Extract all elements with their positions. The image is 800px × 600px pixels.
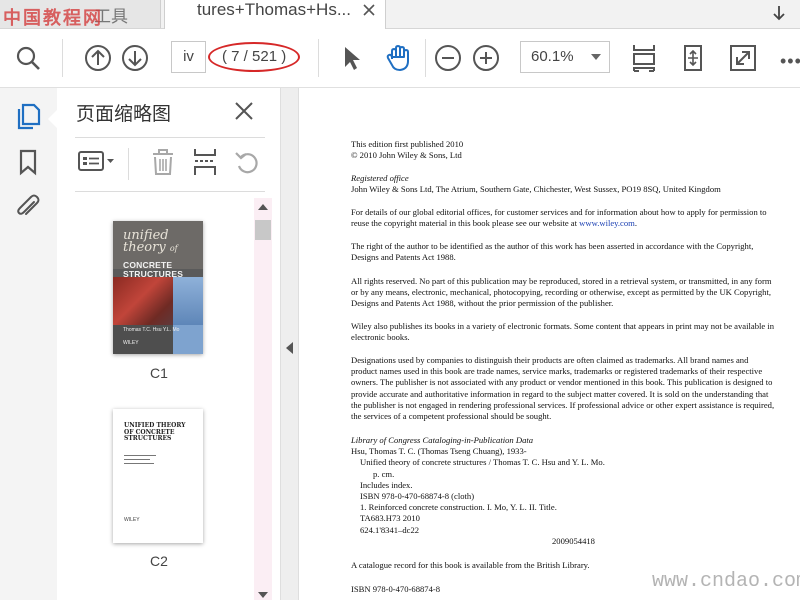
attachments-button[interactable]	[14, 192, 42, 220]
doc-paragraph: For details of our global editorial offi…	[351, 207, 767, 229]
rotate-view-button[interactable]	[677, 42, 709, 74]
arrow-down-icon[interactable]	[770, 4, 788, 22]
page-thumbnails-button[interactable]	[14, 102, 42, 130]
rotate-icon	[235, 152, 258, 174]
doc-paragraph: All rights reserved. No part of this pub…	[351, 276, 772, 309]
scrollbar-thumb[interactable]	[255, 220, 271, 240]
toolbar-divider	[318, 39, 319, 77]
expand-icon	[730, 45, 756, 71]
zoom-select[interactable]: 60.1%	[520, 41, 610, 73]
hand-icon	[386, 45, 409, 71]
move-page-icon	[684, 45, 702, 71]
title-page-publisher: WILEY	[124, 517, 140, 523]
cursor-arrow-icon	[345, 47, 360, 70]
full-screen-button[interactable]	[727, 42, 759, 74]
navigation-rail	[0, 88, 58, 600]
close-icon[interactable]	[361, 2, 377, 18]
previous-page-button[interactable]	[82, 42, 114, 74]
bookmark-icon	[19, 149, 37, 176]
page-split-icon	[194, 149, 216, 175]
pages-icon	[17, 103, 41, 130]
scroll-down-icon[interactable]	[258, 592, 268, 598]
zoom-in-button[interactable]	[470, 42, 502, 74]
minus-circle-icon	[435, 45, 461, 71]
thumbnail-page-title[interactable]: UNIFIED THEORY OF CONCRETE STRUCTURES WI…	[113, 409, 203, 543]
close-icon[interactable]	[233, 100, 255, 122]
fit-page-button[interactable]	[628, 42, 660, 74]
thumbnail-label: C2	[150, 553, 168, 569]
select-tool-button[interactable]	[335, 42, 367, 74]
cover-authors: Thomas T.C. Hsu Y.L. Mo	[123, 327, 180, 333]
next-page-button[interactable]	[119, 42, 151, 74]
doc-paragraph: Wiley also publishes its books in a vari…	[351, 321, 775, 343]
trash-icon	[153, 149, 173, 175]
more-options-button[interactable]: •••	[780, 51, 800, 72]
tab-document-label: tures+Thomas+Hs...	[197, 0, 352, 19]
doc-paragraph: Registered office John Wiley & Sons Ltd,…	[351, 173, 721, 195]
hand-tool-button[interactable]	[383, 42, 415, 74]
zoom-out-button[interactable]	[432, 42, 464, 74]
zoom-value: 60.1%	[531, 48, 574, 65]
document-view[interactable]: This edition first published 2010 © 2010…	[299, 88, 800, 600]
tab-strip: 工具 tures+Thomas+Hs... 中国教程网	[0, 0, 800, 29]
tab-document[interactable]: tures+Thomas+Hs...	[164, 0, 386, 29]
text-line	[124, 459, 150, 460]
rotate-page-button[interactable]	[233, 147, 261, 177]
doc-cip-block: Library of Congress Cataloging-in-Public…	[351, 435, 605, 546]
doc-paragraph: Designations used by companies to distin…	[351, 355, 775, 422]
fit-page-icon	[633, 45, 655, 72]
active-indicator	[48, 110, 57, 128]
toolbar-divider	[62, 39, 63, 77]
watermark-logo: 中国教程网	[3, 8, 103, 29]
website-link[interactable]: www.wiley.com	[579, 218, 635, 228]
thumbnail-options-button[interactable]	[77, 147, 117, 177]
delete-page-button[interactable]	[149, 147, 177, 177]
doc-paragraph: This edition first published 2010 © 2010…	[351, 139, 464, 161]
bookmarks-button[interactable]	[14, 148, 42, 176]
watermark-url: www.cndao.com	[652, 570, 800, 593]
cover-publisher: WILEY	[123, 340, 139, 346]
text-line	[124, 463, 154, 464]
doc-paragraph: The right of the author to be identified…	[351, 241, 754, 263]
panel-splitter[interactable]	[280, 88, 299, 600]
arrow-down-circle-icon	[122, 45, 148, 71]
highlight-annotation	[208, 42, 300, 72]
thumbnail-label: C1	[150, 365, 168, 381]
arrow-up-circle-icon	[85, 45, 111, 71]
thumbnail-page-cover[interactable]: unified theory of CONCRETE STRUCTURES Th…	[113, 221, 203, 354]
search-icon	[16, 46, 40, 70]
thumbnail-panel: 页面缩略图 unified theory of CONCRETE STRUCTU…	[57, 88, 280, 600]
chevron-down-icon	[591, 54, 601, 60]
toolbar: iv ( 7 / 521 ) 60.1% •••	[0, 29, 800, 88]
scroll-up-icon[interactable]	[258, 204, 268, 210]
title-page-heading: UNIFIED THEORY OF CONCRETE STRUCTURES	[124, 422, 186, 442]
panel-divider	[75, 137, 265, 138]
panel-divider	[75, 191, 265, 192]
panel-title: 页面缩略图	[76, 103, 172, 125]
paperclip-icon	[17, 194, 40, 215]
split-page-button[interactable]	[191, 147, 219, 177]
cover-photo-blue	[173, 277, 203, 325]
scrollbar[interactable]	[254, 198, 272, 600]
plus-circle-icon	[473, 45, 499, 71]
toolbar-divider	[425, 39, 426, 77]
collapse-arrow-icon[interactable]	[286, 342, 293, 354]
panel-toolbar-divider	[128, 148, 129, 180]
page-number-input[interactable]: iv	[171, 41, 206, 73]
cover-title-italic: unified theory of	[123, 228, 178, 255]
search-button[interactable]	[12, 42, 44, 74]
text-line	[124, 455, 156, 456]
list-options-icon	[78, 151, 114, 171]
